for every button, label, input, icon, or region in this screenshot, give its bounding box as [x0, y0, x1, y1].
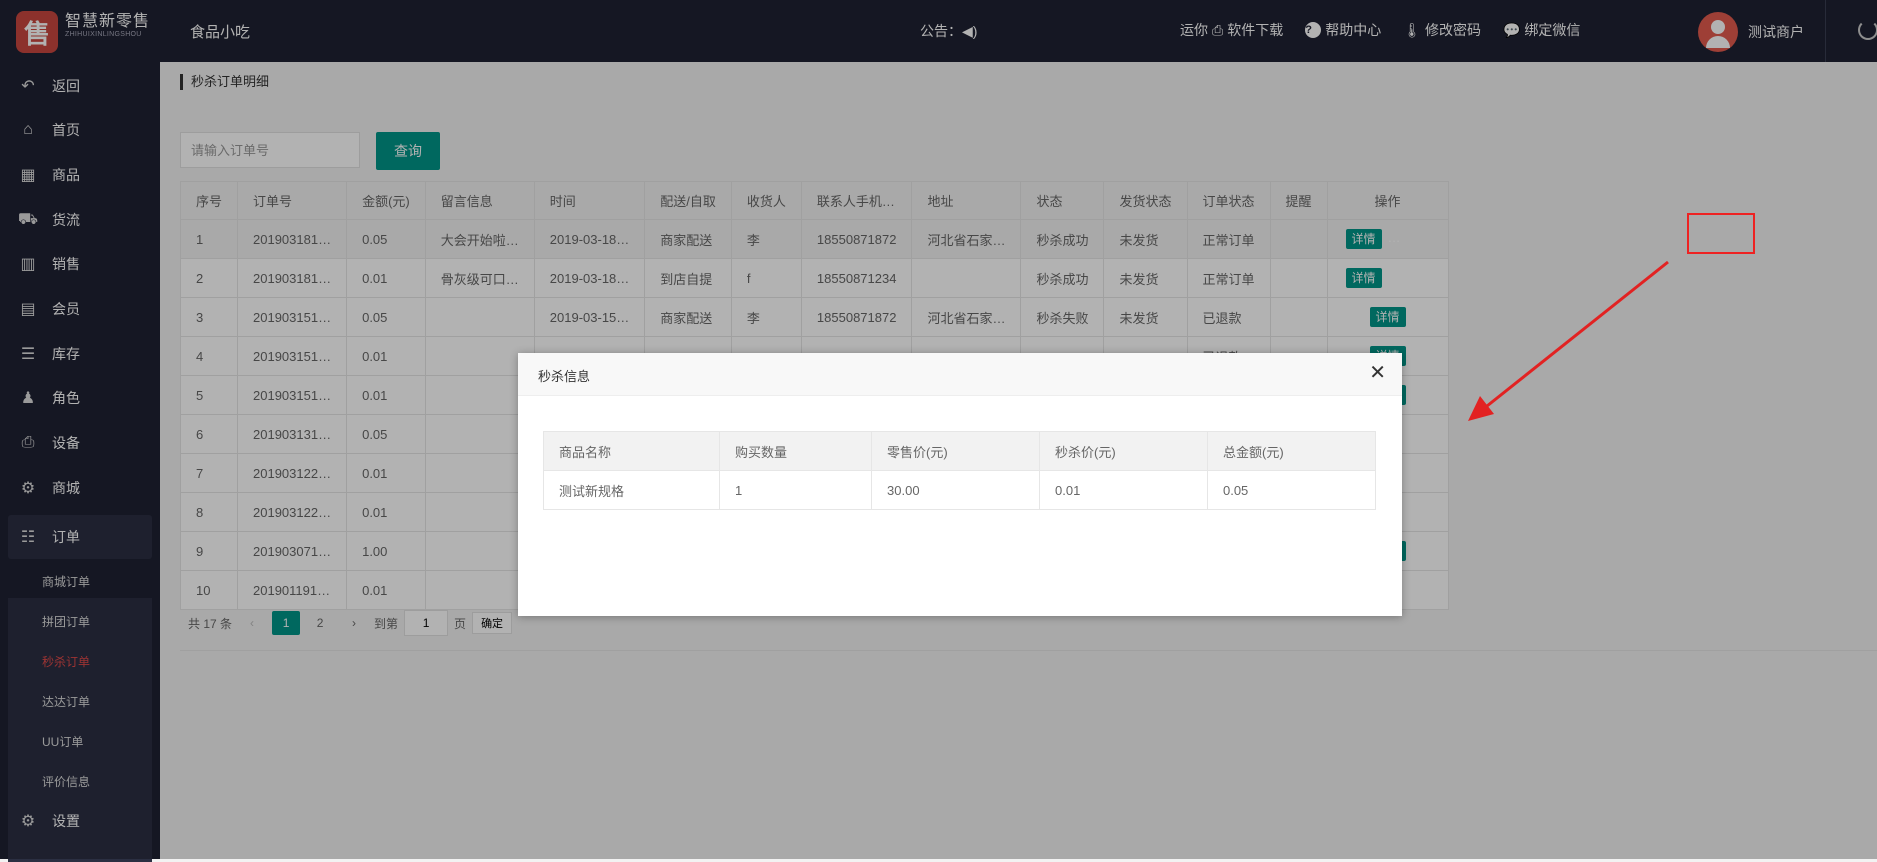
modal-product-table: 商品名称 购买数量 零售价(元) 秒杀价(元) 总金额(元) 测试新规格 1 3…	[543, 431, 1377, 510]
flash-sale-info-modal: 秒杀信息 ✕ 商品名称 购买数量 零售价(元) 秒杀价(元) 总金额(元) 测试…	[518, 353, 1402, 616]
modal-table-header-row: 商品名称 购买数量 零售价(元) 秒杀价(元) 总金额(元)	[543, 431, 1377, 471]
modal-header: 秒杀信息 ✕	[518, 353, 1402, 396]
modal-column-header: 秒杀价(元)	[1039, 431, 1208, 471]
close-icon[interactable]: ✕	[1369, 363, 1386, 383]
modal-table-row: 测试新规格 1 30.00 0.01 0.05	[543, 470, 1377, 510]
annotation-arrow-shaft	[1481, 260, 1669, 412]
flash-price-cell: 0.01	[1039, 470, 1208, 510]
modal-column-header: 商品名称	[543, 431, 720, 471]
quantity-cell: 1	[718, 470, 873, 510]
modal-column-header: 零售价(元)	[871, 431, 1041, 471]
modal-column-header: 总金额(元)	[1206, 431, 1377, 471]
product-name-cell: 测试新规格	[543, 470, 720, 510]
retail-price-cell: 30.00	[871, 470, 1041, 510]
annotation-arrow-head	[1468, 396, 1494, 421]
total-amount-cell: 0.05	[1206, 470, 1377, 510]
modal-title: 秒杀信息	[538, 369, 591, 384]
modal-column-header: 购买数量	[718, 431, 873, 471]
